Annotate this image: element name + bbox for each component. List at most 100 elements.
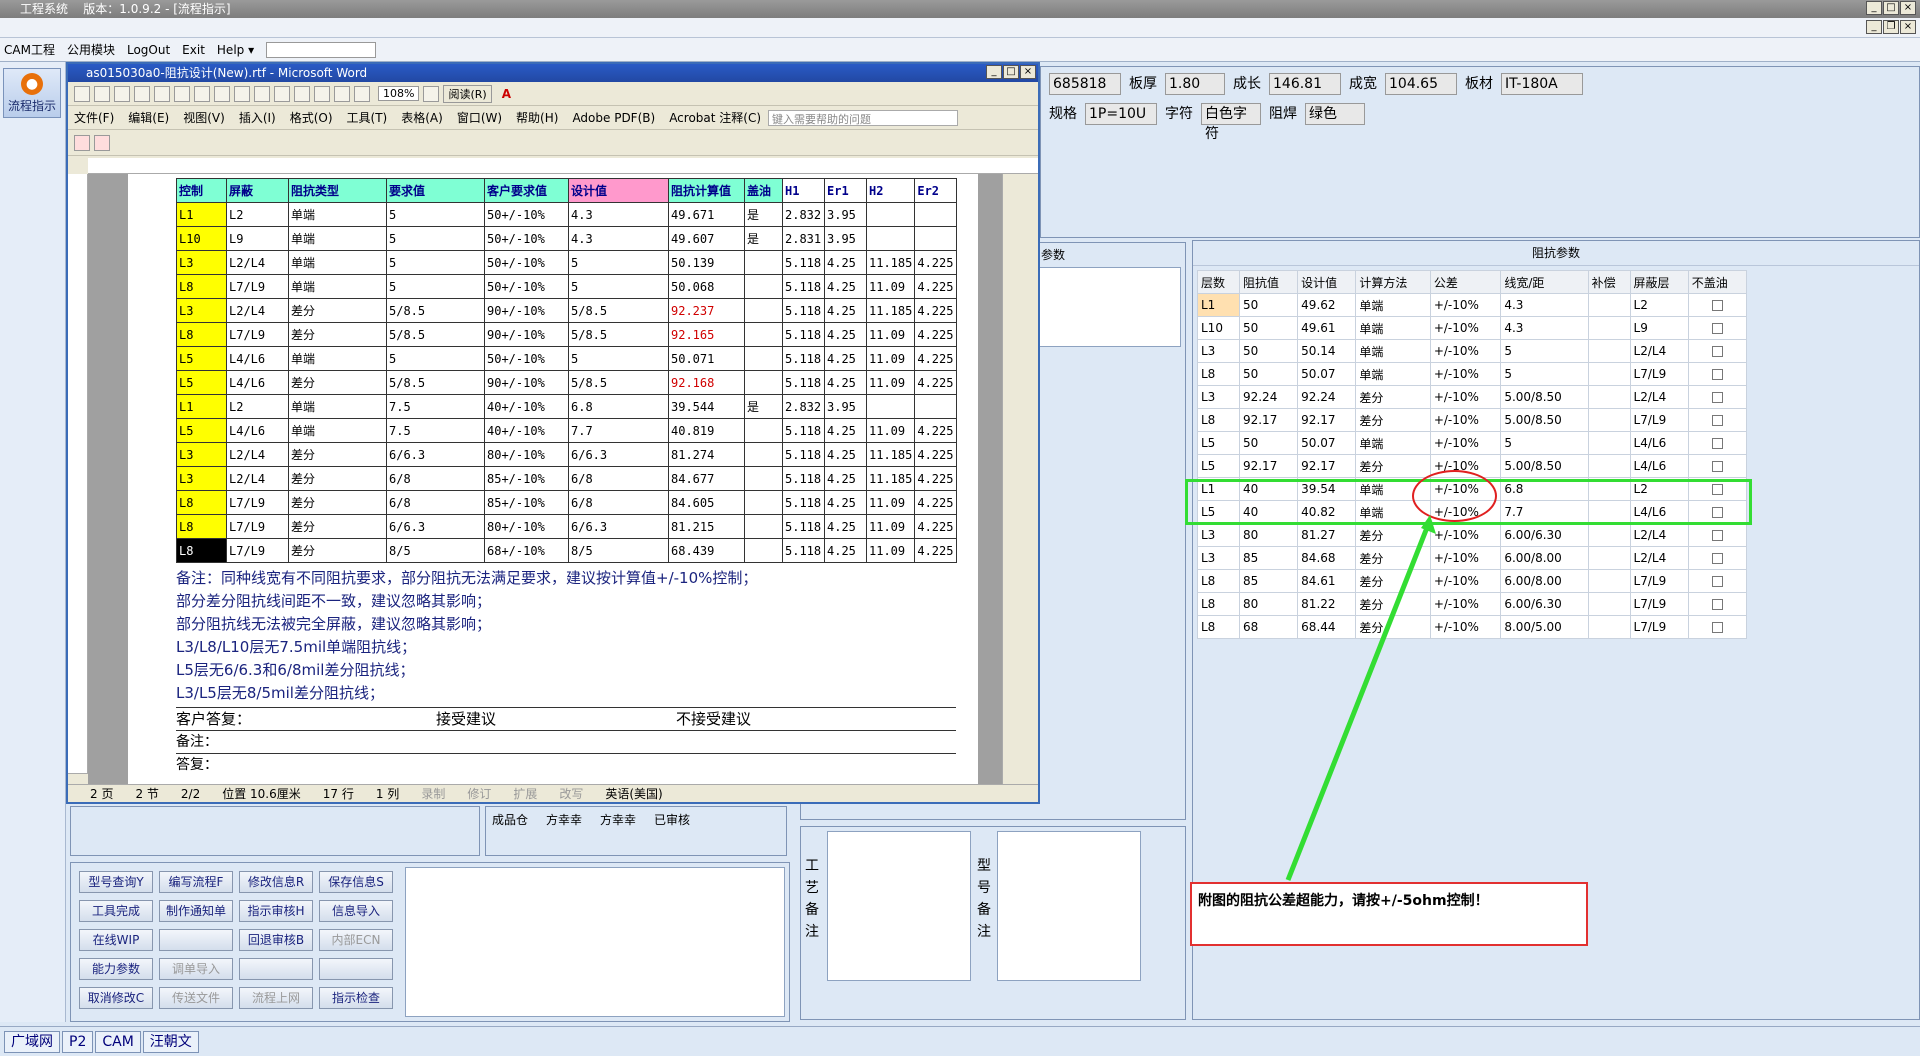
menu-item-4[interactable]: Help ▾ bbox=[217, 43, 254, 57]
log-box[interactable] bbox=[405, 867, 785, 1017]
grid-col-header[interactable]: 补偿 bbox=[1587, 270, 1631, 294]
close-icon[interactable]: × bbox=[1900, 1, 1916, 15]
redo-icon[interactable] bbox=[294, 85, 310, 102]
help-icon[interactable] bbox=[423, 85, 440, 102]
action-button[interactable] bbox=[319, 958, 393, 980]
checkbox-icon[interactable] bbox=[1711, 323, 1723, 334]
font-color-icon[interactable]: A bbox=[502, 87, 511, 101]
drawing-icon[interactable] bbox=[354, 85, 370, 102]
header-field[interactable]: 1P=10U bbox=[1085, 103, 1157, 125]
checkbox-icon[interactable] bbox=[1711, 438, 1723, 449]
word-menu-item[interactable]: 格式(O) bbox=[290, 109, 333, 126]
word-menu-item[interactable]: Adobe PDF(B) bbox=[572, 111, 655, 125]
action-button[interactable]: 在线WIP bbox=[79, 929, 153, 951]
permission-icon[interactable] bbox=[134, 85, 150, 102]
model-memo-box[interactable] bbox=[997, 831, 1141, 981]
grid-col-header[interactable]: 计算方法 bbox=[1355, 270, 1431, 294]
read-button[interactable]: 阅读(R) bbox=[443, 84, 492, 103]
zoom-select[interactable]: 108% bbox=[378, 86, 420, 101]
action-button[interactable]: 指示审核H bbox=[239, 900, 313, 922]
status-tab[interactable]: 广域网 bbox=[4, 1030, 60, 1053]
word-minimize-icon[interactable]: _ bbox=[986, 65, 1002, 79]
header-field[interactable]: 白色字符 bbox=[1201, 103, 1261, 142]
no-cover-checkbox[interactable] bbox=[1687, 316, 1748, 340]
word-menu-item[interactable]: Acrobat 注释(C) bbox=[669, 109, 761, 126]
grid-col-header[interactable]: 线宽/距 bbox=[1500, 270, 1589, 294]
word-menu-item[interactable]: 工具(T) bbox=[347, 109, 388, 126]
minimize-icon[interactable]: _ bbox=[1866, 1, 1882, 15]
pdf-convert-icon[interactable] bbox=[74, 134, 90, 151]
checkbox-icon[interactable] bbox=[1711, 576, 1723, 587]
action-button[interactable] bbox=[239, 958, 313, 980]
spelling-icon[interactable] bbox=[194, 85, 210, 102]
checkbox-icon[interactable] bbox=[1711, 553, 1723, 564]
new-icon[interactable] bbox=[74, 85, 90, 102]
action-button[interactable]: 回退审核B bbox=[239, 929, 313, 951]
action-button[interactable]: 保存信息S bbox=[319, 871, 393, 893]
mdi-restore-icon[interactable]: ❐ bbox=[1883, 20, 1899, 34]
status-tab[interactable]: P2 bbox=[62, 1030, 94, 1053]
checkbox-icon[interactable] bbox=[1711, 461, 1723, 472]
header-field[interactable]: 146.81 bbox=[1269, 73, 1341, 95]
checkbox-icon[interactable] bbox=[1711, 300, 1723, 311]
grid-col-header[interactable]: 层数 bbox=[1197, 270, 1240, 294]
action-button[interactable] bbox=[159, 929, 233, 951]
grid-row[interactable]: L8 50 50.07 单端 +/-10% 5 L7/L9 bbox=[1197, 362, 1748, 386]
no-cover-checkbox[interactable] bbox=[1687, 385, 1748, 409]
status-tab[interactable]: CAM bbox=[95, 1030, 141, 1053]
mdi-minimize-icon[interactable]: _ bbox=[1866, 20, 1882, 34]
craft-memo-box[interactable] bbox=[827, 831, 971, 981]
action-button[interactable]: 流程上网 bbox=[239, 987, 313, 1009]
action-button[interactable]: 修改信息R bbox=[239, 871, 313, 893]
paste-icon[interactable] bbox=[254, 85, 270, 102]
open-icon[interactable] bbox=[94, 85, 110, 102]
no-cover-checkbox[interactable] bbox=[1687, 615, 1748, 639]
header-field[interactable]: 1.80 bbox=[1165, 73, 1225, 95]
action-button[interactable]: 指示检查 bbox=[319, 987, 393, 1009]
maximize-icon[interactable]: □ bbox=[1883, 1, 1899, 15]
grid-row[interactable]: L3 92.24 92.24 差分 +/-10% 5.00/8.50 L2/L4 bbox=[1197, 385, 1748, 409]
no-cover-checkbox[interactable] bbox=[1687, 339, 1748, 363]
grid-row[interactable]: L10 50 49.61 单端 +/-10% 4.3 L9 bbox=[1197, 316, 1748, 340]
header-field[interactable]: IT-180A bbox=[1501, 73, 1583, 95]
grid-row[interactable]: L3 50 50.14 单端 +/-10% 5 L2/L4 bbox=[1197, 339, 1748, 363]
header-field[interactable]: 绿色 bbox=[1305, 103, 1365, 125]
grid-col-header[interactable]: 不盖油 bbox=[1687, 270, 1748, 294]
copy-icon[interactable] bbox=[234, 85, 250, 102]
no-cover-checkbox[interactable] bbox=[1687, 454, 1748, 478]
no-cover-checkbox[interactable] bbox=[1687, 431, 1748, 455]
horizontal-ruler[interactable] bbox=[88, 158, 1038, 174]
checkbox-icon[interactable] bbox=[1711, 622, 1723, 633]
vertical-scrollbar[interactable] bbox=[1002, 174, 1018, 784]
action-button[interactable]: 传送文件 bbox=[159, 987, 233, 1009]
word-menu-item[interactable]: 窗口(W) bbox=[457, 109, 502, 126]
pdf-email-icon[interactable] bbox=[94, 134, 110, 151]
header-field[interactable]: 685818 bbox=[1049, 73, 1121, 95]
help-search-input[interactable]: 键入需要帮助的问题 bbox=[768, 110, 958, 126]
menu-combo[interactable] bbox=[266, 41, 377, 58]
grid-row[interactable]: L8 92.17 92.17 差分 +/-10% 5.00/8.50 L7/L9 bbox=[1197, 408, 1748, 432]
no-cover-checkbox[interactable] bbox=[1687, 546, 1748, 570]
no-cover-checkbox[interactable] bbox=[1687, 523, 1748, 547]
action-button[interactable]: 编写流程F bbox=[159, 871, 233, 893]
word-menu-item[interactable]: 编辑(E) bbox=[128, 109, 169, 126]
cut-icon[interactable] bbox=[214, 85, 230, 102]
checkbox-icon[interactable] bbox=[1711, 392, 1723, 403]
word-menu-item[interactable]: 文件(F) bbox=[74, 109, 114, 126]
action-button[interactable]: 工具完成 bbox=[79, 900, 153, 922]
grid-col-header[interactable]: 公差 bbox=[1429, 270, 1502, 294]
word-menu-item[interactable]: 表格(A) bbox=[401, 109, 443, 126]
action-button[interactable]: 制作通知单 bbox=[159, 900, 233, 922]
menu-item-2[interactable]: LogOut bbox=[127, 43, 170, 57]
undo-icon[interactable] bbox=[274, 85, 290, 102]
action-button[interactable]: 内部ECN bbox=[319, 929, 393, 951]
document-page[interactable]: 控制 屏蔽 阻抗类型 要求值 客户要求值 设计值 阻抗计算值 盖油 H1 Er1 H2 Er2 L1 L2… bbox=[128, 174, 978, 784]
save-icon[interactable] bbox=[114, 85, 130, 102]
flow-indicator-button[interactable]: ● 流程指示 bbox=[3, 68, 61, 118]
print-icon[interactable] bbox=[154, 85, 170, 102]
vertical-ruler[interactable] bbox=[68, 174, 88, 774]
checkbox-icon[interactable] bbox=[1711, 415, 1723, 426]
grid-row[interactable]: L1 50 49.62 单端 +/-10% 4.3 L2 bbox=[1197, 293, 1748, 317]
checkbox-icon[interactable] bbox=[1711, 369, 1723, 380]
action-button[interactable]: 取消修改C bbox=[79, 987, 153, 1009]
